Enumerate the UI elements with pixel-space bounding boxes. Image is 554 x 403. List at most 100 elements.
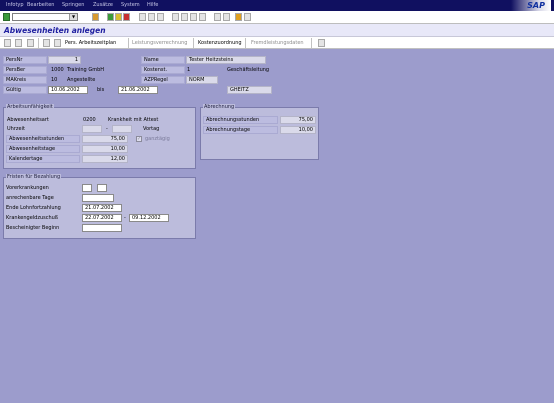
- vorerkrankungen-label: Vorerkrankungen: [6, 185, 49, 191]
- menu-hilfe[interactable]: Hilfe: [147, 2, 158, 8]
- overview-icon[interactable]: [15, 39, 22, 47]
- anrechenbare-tage-field[interactable]: [82, 194, 114, 202]
- display-change-icon[interactable]: [4, 39, 11, 47]
- help-icon[interactable]: [235, 13, 242, 21]
- bis-label: bis: [97, 87, 105, 93]
- kalendertage-label: Kalendertage: [6, 155, 80, 163]
- bescheinigter-beginn-label: Bescheinigter Beginn: [6, 225, 60, 231]
- krankengeld-dash: -: [124, 215, 126, 221]
- toolbar-separator: [245, 38, 246, 48]
- application-toolbar: Pers. Arbeitszeitplan Leistungsverrechnu…: [0, 37, 554, 49]
- menu-springen[interactable]: Springen: [62, 2, 84, 8]
- makreis-code: 10: [51, 77, 58, 83]
- layout-icon[interactable]: [244, 13, 251, 21]
- gueltig-to-field[interactable]: 21.06.2002: [118, 86, 158, 94]
- pers-arbeitszeitplan-button[interactable]: Pers. Arbeitszeitplan: [65, 39, 116, 47]
- menu-bar: Infotyp Bearbeiten Springen Zusätze Syst…: [0, 0, 554, 11]
- gueltig-label: Gültig: [3, 86, 47, 94]
- persber-label: PersBer: [3, 66, 47, 74]
- copy-icon[interactable]: [27, 39, 34, 47]
- abrechnungsstunden-field[interactable]: 75,00: [280, 116, 316, 124]
- toolbar-separator: [38, 38, 39, 48]
- uhrzeit-to-field[interactable]: [112, 125, 132, 133]
- kalendertage-field[interactable]: 12,00: [82, 155, 128, 163]
- menu-zusaetze[interactable]: Zusätze: [93, 2, 113, 8]
- menu-bearbeiten[interactable]: Bearbeiten: [27, 2, 54, 8]
- more-icon[interactable]: [318, 39, 325, 47]
- fremdleistungsdaten-button[interactable]: Fremdleistungsdaten: [251, 39, 304, 47]
- schedule-icon[interactable]: [54, 39, 61, 47]
- abwesenheitsart-code: 0200: [83, 117, 96, 123]
- abwesenheitstage-field[interactable]: 10,00: [82, 145, 128, 153]
- next-page-icon[interactable]: [190, 13, 197, 21]
- find-icon[interactable]: [148, 13, 155, 21]
- kostenst-code: 1: [187, 67, 191, 73]
- bescheinigter-beginn-field[interactable]: [82, 224, 122, 232]
- ganztaegig-label: ganztägig: [145, 136, 170, 142]
- prev-page-icon[interactable]: [181, 13, 188, 21]
- krankengeld-from-field[interactable]: 22.07.2002: [82, 214, 122, 222]
- kostenst-label: Kostenst.: [141, 66, 185, 74]
- uhrzeit-dash: -: [106, 126, 108, 132]
- ende-lohnfortzahlung-label: Ende Lohnfortzahlung: [6, 205, 61, 211]
- anrechenbare-tage-label: anrechenbare Tage: [6, 195, 54, 201]
- sap-logo: SAP: [511, 0, 551, 11]
- print-icon[interactable]: [139, 13, 146, 21]
- last-page-icon[interactable]: [199, 13, 206, 21]
- chevron-down-icon[interactable]: ▼: [69, 14, 77, 20]
- cancel-icon[interactable]: [123, 13, 130, 21]
- makreis-text: Angestellte: [67, 77, 96, 83]
- azpregel-field[interactable]: NORM: [186, 76, 218, 84]
- toolbar-separator: [128, 38, 129, 48]
- vorerkrankungen-field-1[interactable]: [82, 184, 92, 192]
- toolbar-separator: [193, 38, 194, 48]
- persber-code: 1000: [51, 67, 64, 73]
- command-input[interactable]: [13, 14, 69, 20]
- ganztaegig-checkbox[interactable]: ✓: [136, 136, 142, 142]
- command-field[interactable]: ▼: [12, 13, 78, 21]
- menu-infotyp[interactable]: Infotyp: [6, 2, 24, 8]
- vortag-label: Vortag: [143, 126, 160, 132]
- ende-lohnfortzahlung-field[interactable]: 21.07.2002: [82, 204, 122, 212]
- abwesenheitsart-label: Abwesenheitsart: [7, 117, 49, 123]
- page-title: Abwesenheiten anlegen: [4, 26, 106, 35]
- first-page-icon[interactable]: [172, 13, 179, 21]
- abrechnungstage-label: Abrechnungstage: [203, 126, 278, 134]
- fristen-title: Fristen für Bezahlung: [6, 174, 62, 180]
- new-session-icon[interactable]: [214, 13, 221, 21]
- exit-icon[interactable]: [115, 13, 122, 21]
- delete-icon[interactable]: [43, 39, 50, 47]
- kostenzuordnung-button[interactable]: Kostenzuordnung: [198, 39, 242, 47]
- user-field: GHEITZ: [227, 86, 272, 94]
- vorerkrankungen-field-2[interactable]: [97, 184, 107, 192]
- abrechnungstage-field[interactable]: 10,00: [280, 126, 316, 134]
- abrechnung-title: Abrechnung: [203, 104, 236, 110]
- uhrzeit-label: Uhrzeit: [7, 126, 25, 132]
- abwesenheitstage-label: Abwesenheitstage: [6, 145, 80, 153]
- gueltig-from-field[interactable]: 10.06.2002: [48, 86, 88, 94]
- save-icon[interactable]: [92, 13, 99, 21]
- name-field[interactable]: Tester Heitzsteins: [186, 56, 266, 64]
- title-bar: Abwesenheiten anlegen: [0, 24, 554, 37]
- abwesenheitsstunden-field[interactable]: 75,00: [82, 135, 128, 143]
- azpregel-label: AZPRegel: [141, 76, 185, 84]
- back-icon[interactable]: [107, 13, 114, 21]
- find-next-icon[interactable]: [157, 13, 164, 21]
- leistungsverrechnung-button[interactable]: Leistungsverrechnung: [132, 39, 187, 47]
- persnr-field[interactable]: 1: [48, 56, 81, 64]
- name-label: Name: [141, 56, 185, 64]
- abwesenheitsstunden-label: Abwesenheitsstunden: [6, 135, 80, 143]
- separator-icon: [84, 13, 91, 21]
- toolbar-separator: [311, 38, 312, 48]
- arbeitsunfaehigkeit-title: Arbeitsunfähigkeit: [6, 104, 54, 110]
- abwesenheitsart-text: Krankheit mit Attest: [108, 117, 159, 123]
- uhrzeit-from-field[interactable]: [82, 125, 102, 133]
- krankengeld-to-field[interactable]: 09.12.2002: [129, 214, 169, 222]
- abrechnungsstunden-label: Abrechnungsstunden: [203, 116, 278, 124]
- kostenst-text: Geschäftsleitung: [227, 67, 270, 73]
- krankengeldzuschuss-label: Krankengeldzuschuß: [6, 215, 58, 221]
- persnr-label: PersNr: [3, 56, 47, 64]
- shortcut-icon[interactable]: [223, 13, 230, 21]
- menu-system[interactable]: System: [121, 2, 140, 8]
- enter-icon[interactable]: [3, 13, 10, 21]
